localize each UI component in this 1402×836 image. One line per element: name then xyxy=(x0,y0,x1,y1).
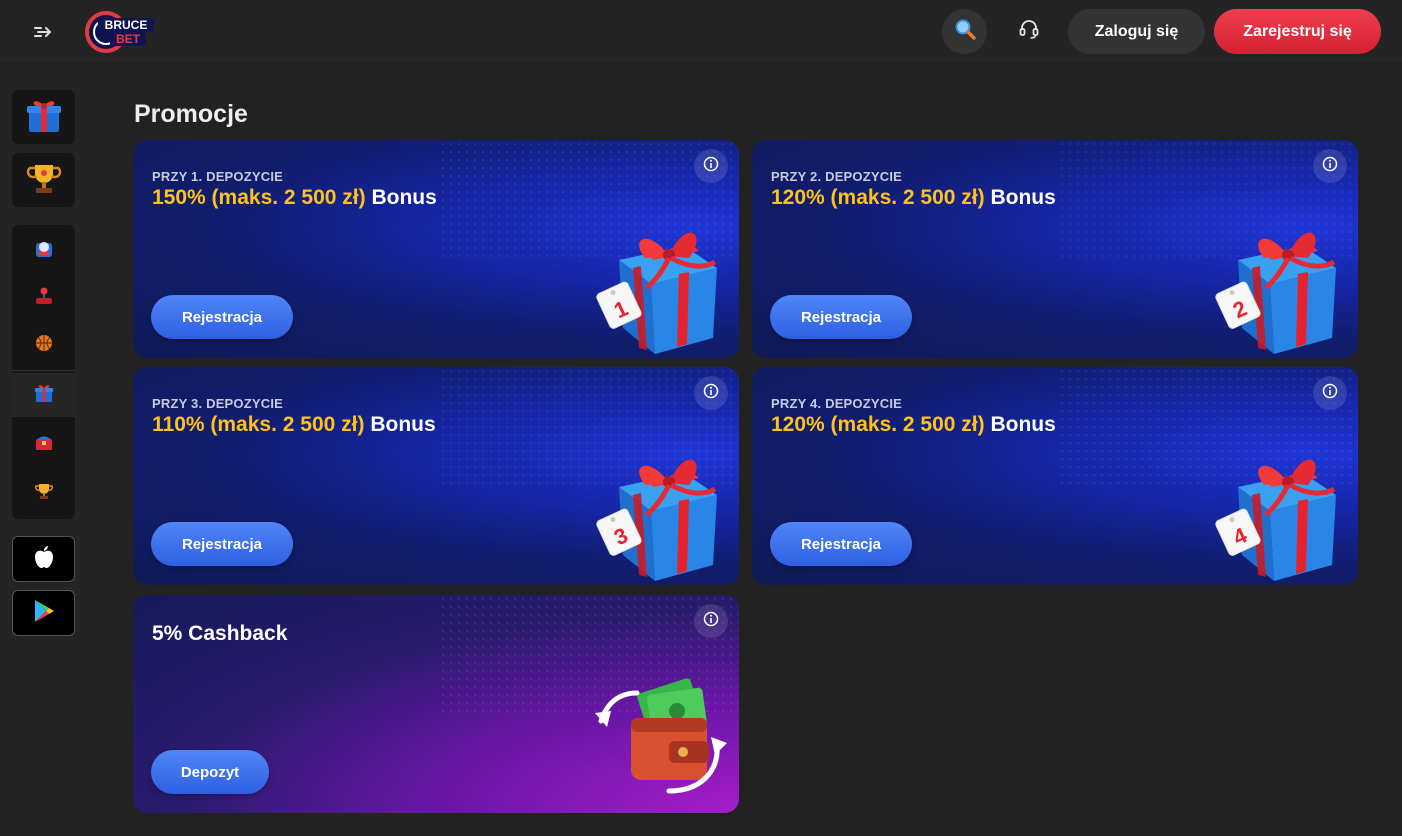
treasure-chest-icon xyxy=(33,431,55,458)
promo-subtitle: PRZY 3. DEPOZYCIE xyxy=(152,396,284,411)
promo-bonus-amount: 120% (maks. 2 500 zł) xyxy=(771,186,985,209)
wallet-cashback-illustration xyxy=(589,663,739,813)
headset-support-icon xyxy=(1018,18,1040,45)
sidebar-divider xyxy=(12,370,75,371)
promo-subtitle: PRZY 4. DEPOZYCIE xyxy=(771,396,903,411)
gift-box-illustration: 2 xyxy=(1208,208,1358,358)
gift-icon xyxy=(33,382,55,409)
sidebar-item-games[interactable] xyxy=(12,276,75,320)
promo-bonus-amount: 150% (maks. 2 500 zł) xyxy=(152,186,366,209)
google-play-app-button[interactable] xyxy=(12,590,75,636)
gift-box-illustration: 1 xyxy=(589,208,739,358)
register-button[interactable]: Zarejestruj się xyxy=(1214,9,1381,54)
promo-subtitle: PRZY 1. DEPOZYCIE xyxy=(152,169,284,184)
page-title: Promocje xyxy=(134,100,248,128)
joystick-icon xyxy=(33,285,55,312)
promo-bonus-label: Bonus xyxy=(990,186,1056,209)
info-button[interactable] xyxy=(694,149,728,183)
registration-button[interactable]: Rejestracja xyxy=(770,295,912,339)
support-button[interactable] xyxy=(1006,9,1051,54)
promo-bonus-amount: 120% (maks. 2 500 zł) xyxy=(771,413,985,436)
sidebar-item-rewards[interactable] xyxy=(12,422,75,466)
promo-card: PRZY 2. DEPOZYCIE 120% (maks. 2 500 zł) … xyxy=(752,140,1358,358)
info-button[interactable] xyxy=(1313,376,1347,410)
google-play-icon xyxy=(32,598,56,629)
info-button[interactable] xyxy=(1313,149,1347,183)
basketball-icon xyxy=(33,332,55,359)
promo-title: 120% (maks. 2 500 zł) Bonus xyxy=(771,413,1056,437)
sidebar-promotions-tile[interactable] xyxy=(12,90,75,144)
registration-button[interactable]: Rejestracja xyxy=(770,522,912,566)
info-icon xyxy=(703,156,719,177)
promo-subtitle: PRZY 2. DEPOZYCIE xyxy=(771,169,903,184)
gift-icon xyxy=(24,95,64,140)
apple-app-button[interactable] xyxy=(12,536,75,582)
brand-logo[interactable]: BRUCE BET xyxy=(84,10,156,54)
sidebar-category-group xyxy=(12,225,75,519)
search-button[interactable] xyxy=(942,9,987,54)
trophy-icon xyxy=(33,480,55,507)
login-button[interactable]: Zaloguj się xyxy=(1068,9,1205,54)
slot-machine-icon xyxy=(33,238,55,265)
registration-button[interactable]: Rejestracja xyxy=(151,522,293,566)
gift-box-illustration: 4 xyxy=(1208,435,1358,585)
promo-card: PRZY 1. DEPOZYCIE 150% (maks. 2 500 zł) … xyxy=(133,140,739,358)
registration-button[interactable]: Rejestracja xyxy=(151,295,293,339)
sidebar-item-promotions[interactable] xyxy=(12,373,75,417)
search-icon xyxy=(954,18,976,45)
info-icon xyxy=(1322,156,1338,177)
deposit-button[interactable]: Depozyt xyxy=(151,750,269,794)
promo-title: 110% (maks. 2 500 zł) Bonus xyxy=(152,413,436,437)
info-button[interactable] xyxy=(694,604,728,638)
apple-icon xyxy=(33,544,55,575)
info-button[interactable] xyxy=(694,376,728,410)
info-icon xyxy=(703,383,719,404)
trophy-icon xyxy=(24,158,64,203)
promo-card: PRZY 3. DEPOZYCIE 110% (maks. 2 500 zł) … xyxy=(133,367,739,585)
sidebar-tournaments-tile[interactable] xyxy=(12,153,75,207)
svg-text:BET: BET xyxy=(116,32,141,46)
info-icon xyxy=(703,611,719,632)
info-icon xyxy=(1322,383,1338,404)
sidebar-item-sports[interactable] xyxy=(12,323,75,367)
promo-bonus-label: Bonus xyxy=(990,413,1056,436)
menu-expand-icon[interactable] xyxy=(30,20,56,44)
promo-title: 150% (maks. 2 500 zł) Bonus xyxy=(152,186,437,210)
promo-title: 5% Cashback xyxy=(152,622,288,645)
promo-title: 120% (maks. 2 500 zł) Bonus xyxy=(771,186,1056,210)
promo-card-cashback: 5% Cashback Depozyt xyxy=(133,595,739,813)
top-bar: BRUCE BET Zaloguj się Zarejestruj się xyxy=(0,0,1402,63)
promo-card: PRZY 4. DEPOZYCIE 120% (maks. 2 500 zł) … xyxy=(752,367,1358,585)
sidebar xyxy=(0,64,88,836)
sidebar-item-tournaments[interactable] xyxy=(12,471,75,515)
promo-bonus-amount: 110% (maks. 2 500 zł) xyxy=(152,413,365,436)
sidebar-item-slots[interactable] xyxy=(12,229,75,273)
promo-bonus-label: Bonus xyxy=(370,413,436,436)
promo-bonus-label: Bonus xyxy=(371,186,437,209)
gift-box-illustration: 3 xyxy=(589,435,739,585)
svg-text:BRUCE: BRUCE xyxy=(105,18,148,32)
